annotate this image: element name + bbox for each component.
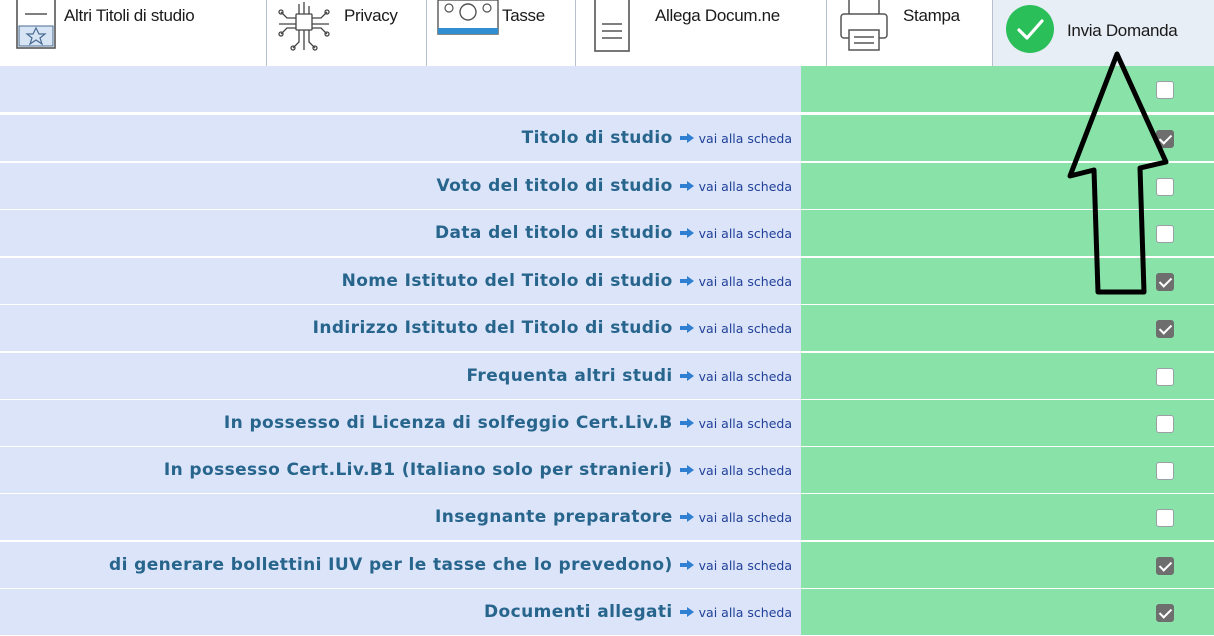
checkbox-unchecked[interactable] xyxy=(1156,225,1174,243)
goto-section-link[interactable]: vai alla scheda xyxy=(699,321,792,336)
toolbar-item-label: Privacy xyxy=(344,6,398,25)
row-label-cell: In possesso Cert.Liv.B1 (Italiano solo p… xyxy=(0,447,801,494)
checkbox-checked[interactable] xyxy=(1156,273,1174,291)
circuit-icon xyxy=(277,0,331,57)
field-label: di generare bollettini IUV per le tasse … xyxy=(109,555,673,575)
field-label: Insegnante preparatore xyxy=(435,507,673,527)
goto-section-link[interactable]: vai alla scheda xyxy=(699,463,792,478)
table-row: In possesso Cert.Liv.B1 (Italiano solo p… xyxy=(0,447,1214,494)
row-label-cell: Documenti allegati vai alla scheda xyxy=(0,589,801,636)
table-row xyxy=(0,66,1214,113)
toolbar-item-stampa[interactable]: Stampa xyxy=(827,0,992,74)
checkbox-unchecked[interactable] xyxy=(1156,462,1174,480)
checkbox-unchecked[interactable] xyxy=(1156,368,1174,386)
toolbar-item-label: Tasse xyxy=(502,6,545,25)
row-label-cell: Nome Istituto del Titolo di studio vai al… xyxy=(0,258,801,305)
check-circle-icon xyxy=(1005,4,1055,58)
goto-section-link[interactable]: vai alla scheda xyxy=(699,131,792,146)
checkbox-unchecked[interactable] xyxy=(1156,178,1174,196)
field-label: Documenti allegati xyxy=(484,602,673,622)
row-status-cell xyxy=(801,589,1214,636)
field-label: Nome Istituto del Titolo di studio xyxy=(341,271,673,291)
row-status-cell xyxy=(801,400,1214,447)
goto-section-link[interactable]: vai alla scheda xyxy=(699,226,792,241)
row-status-cell xyxy=(801,494,1214,541)
arrow-right-icon xyxy=(679,461,695,480)
toolbar-item-privacy[interactable]: Privacy xyxy=(267,0,426,74)
field-label: In possesso di Licenza di solfeggio Cert… xyxy=(223,413,673,433)
table-row: Indirizzo Istituto del Titolo di studio v… xyxy=(0,305,1214,352)
row-status-cell xyxy=(801,258,1214,305)
row-label-cell xyxy=(0,66,801,113)
row-status-cell xyxy=(801,163,1214,210)
toolbar-item-label: Allega Docum.ne xyxy=(655,6,780,25)
field-label: Titolo di studio xyxy=(521,128,673,148)
table-row: Voto del titolo di studio vai alla scheda xyxy=(0,163,1214,210)
arrow-right-icon xyxy=(679,129,695,148)
row-status-cell xyxy=(801,210,1214,257)
toolbar-item-label: Stampa xyxy=(903,6,960,25)
table-row: Nome Istituto del Titolo di studio vai al… xyxy=(0,258,1214,305)
row-label-cell: Insegnante preparatore vai alla scheda xyxy=(0,494,801,541)
row-label-cell: Voto del titolo di studio vai alla scheda xyxy=(0,163,801,210)
table-row: Titolo di studio vai alla scheda xyxy=(0,115,1214,162)
table-row: di generare bollettini IUV per le tasse … xyxy=(0,542,1214,589)
banknote-icon xyxy=(437,0,499,51)
arrow-right-icon xyxy=(679,414,695,433)
checkbox-unchecked[interactable] xyxy=(1156,509,1174,527)
arrow-right-icon xyxy=(679,556,695,575)
field-label: Frequenta altri studi xyxy=(466,366,673,386)
arrow-right-icon xyxy=(679,272,695,291)
goto-section-link[interactable]: vai alla scheda xyxy=(699,605,792,620)
toolbar-item-allega[interactable]: Allega Docum.ne xyxy=(576,0,826,74)
document-icon xyxy=(594,0,630,59)
table-row: Data del titolo di studio vai alla scheda xyxy=(0,210,1214,257)
row-label-cell: Data del titolo di studio vai alla scheda xyxy=(0,210,801,257)
checkbox-unchecked[interactable] xyxy=(1156,81,1174,99)
field-label: Data del titolo di studio xyxy=(434,223,673,243)
checkbox-checked[interactable] xyxy=(1156,557,1174,575)
arrow-right-icon xyxy=(679,603,695,622)
toolbar-item-altri-titoli[interactable]: Altri Titoli di studio xyxy=(0,0,266,74)
goto-section-link[interactable]: vai alla scheda xyxy=(699,510,792,525)
printer-icon xyxy=(839,0,889,57)
field-label: Indirizzo Istituto del Titolo di studio xyxy=(312,318,673,338)
goto-section-link[interactable]: vai alla scheda xyxy=(699,416,792,431)
row-status-cell xyxy=(801,66,1214,113)
arrow-right-icon xyxy=(679,319,695,338)
row-status-cell xyxy=(801,115,1214,162)
goto-section-link[interactable]: vai alla scheda xyxy=(699,558,792,573)
row-status-cell xyxy=(801,305,1214,352)
field-label: In possesso Cert.Liv.B1 (Italiano solo p… xyxy=(163,460,673,480)
certificate-icon xyxy=(16,0,56,55)
checkbox-checked[interactable] xyxy=(1156,604,1174,622)
arrow-right-icon xyxy=(679,177,695,196)
checkbox-checked[interactable] xyxy=(1156,320,1174,338)
arrow-right-icon xyxy=(679,508,695,527)
row-label-cell: In possesso di Licenza di solfeggio Cert… xyxy=(0,400,801,447)
table-row: Insegnante preparatore vai alla scheda xyxy=(0,494,1214,541)
table-row: Documenti allegati vai alla scheda xyxy=(0,589,1214,636)
goto-section-link[interactable]: vai alla scheda xyxy=(699,369,792,384)
toolbar-item-label: Altri Titoli di studio xyxy=(64,6,195,25)
row-label-cell: Indirizzo Istituto del Titolo di studio v… xyxy=(0,305,801,352)
table-row: In possesso di Licenza di solfeggio Cert… xyxy=(0,400,1214,447)
row-label-cell: Titolo di studio vai alla scheda xyxy=(0,115,801,162)
goto-section-link[interactable]: vai alla scheda xyxy=(699,274,792,289)
row-status-cell xyxy=(801,542,1214,589)
row-label-cell: di generare bollettini IUV per le tasse … xyxy=(0,542,801,589)
goto-section-link[interactable]: vai alla scheda xyxy=(699,179,792,194)
arrow-right-icon xyxy=(679,224,695,243)
arrow-right-icon xyxy=(679,367,695,386)
table-row: Frequenta altri studi vai alla scheda xyxy=(0,353,1214,400)
toolbar-item-tasse[interactable]: Tasse xyxy=(427,0,575,74)
row-label-cell: Frequenta altri studi vai alla scheda xyxy=(0,353,801,400)
field-label: Voto del titolo di studio xyxy=(436,176,673,196)
row-status-cell xyxy=(801,353,1214,400)
checkbox-unchecked[interactable] xyxy=(1156,415,1174,433)
toolbar-item-label: Invia Domanda xyxy=(1067,21,1178,40)
row-status-cell xyxy=(801,447,1214,494)
checkbox-checked[interactable] xyxy=(1156,130,1174,148)
